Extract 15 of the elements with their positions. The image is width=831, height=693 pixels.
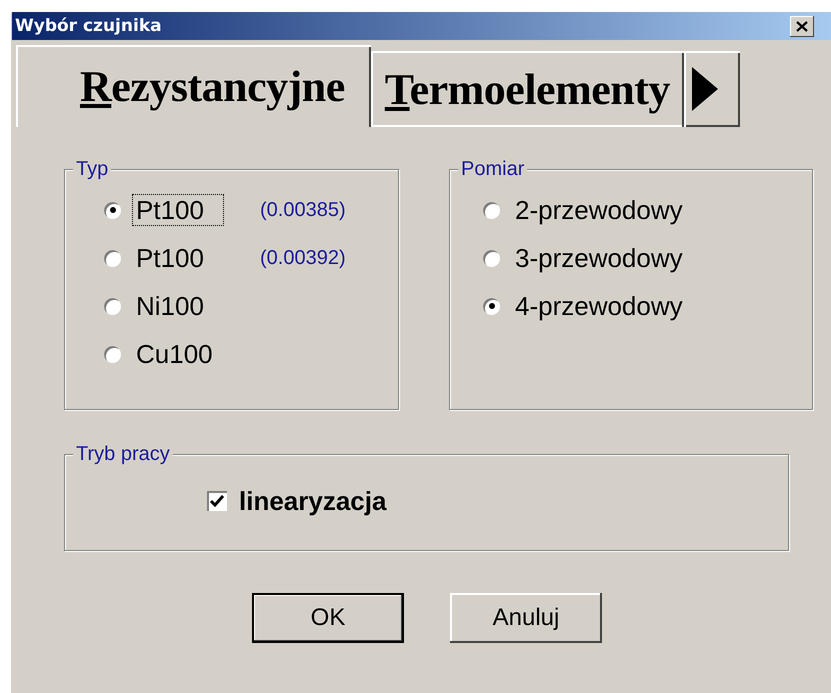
checkbox-label[interactable]: linearyzacja [239,486,386,516]
radio-label[interactable]: Cu100 [132,338,217,370]
coefficient-text: (0.00392) [260,246,346,270]
coefficient-text: (0.00385) [260,198,346,222]
window-title: Wybór czujnika [15,16,162,36]
tab[interactable]: Termoelementy [370,51,684,127]
radio-label[interactable]: Pt100 [132,242,224,274]
tab[interactable]: Rezystancyjne [16,45,371,127]
dialog-button[interactable]: OK [252,593,404,643]
radio-label[interactable]: Ni100 [132,290,208,322]
radio-label[interactable]: 4-przewodowy [511,290,687,322]
dialog-button[interactable]: Anuluj [450,593,602,643]
radio-label[interactable]: Pt100 [132,194,224,226]
radio-label[interactable]: 2-przewodowy [511,194,687,226]
radio-label[interactable]: 3-przewodowy [511,242,687,274]
